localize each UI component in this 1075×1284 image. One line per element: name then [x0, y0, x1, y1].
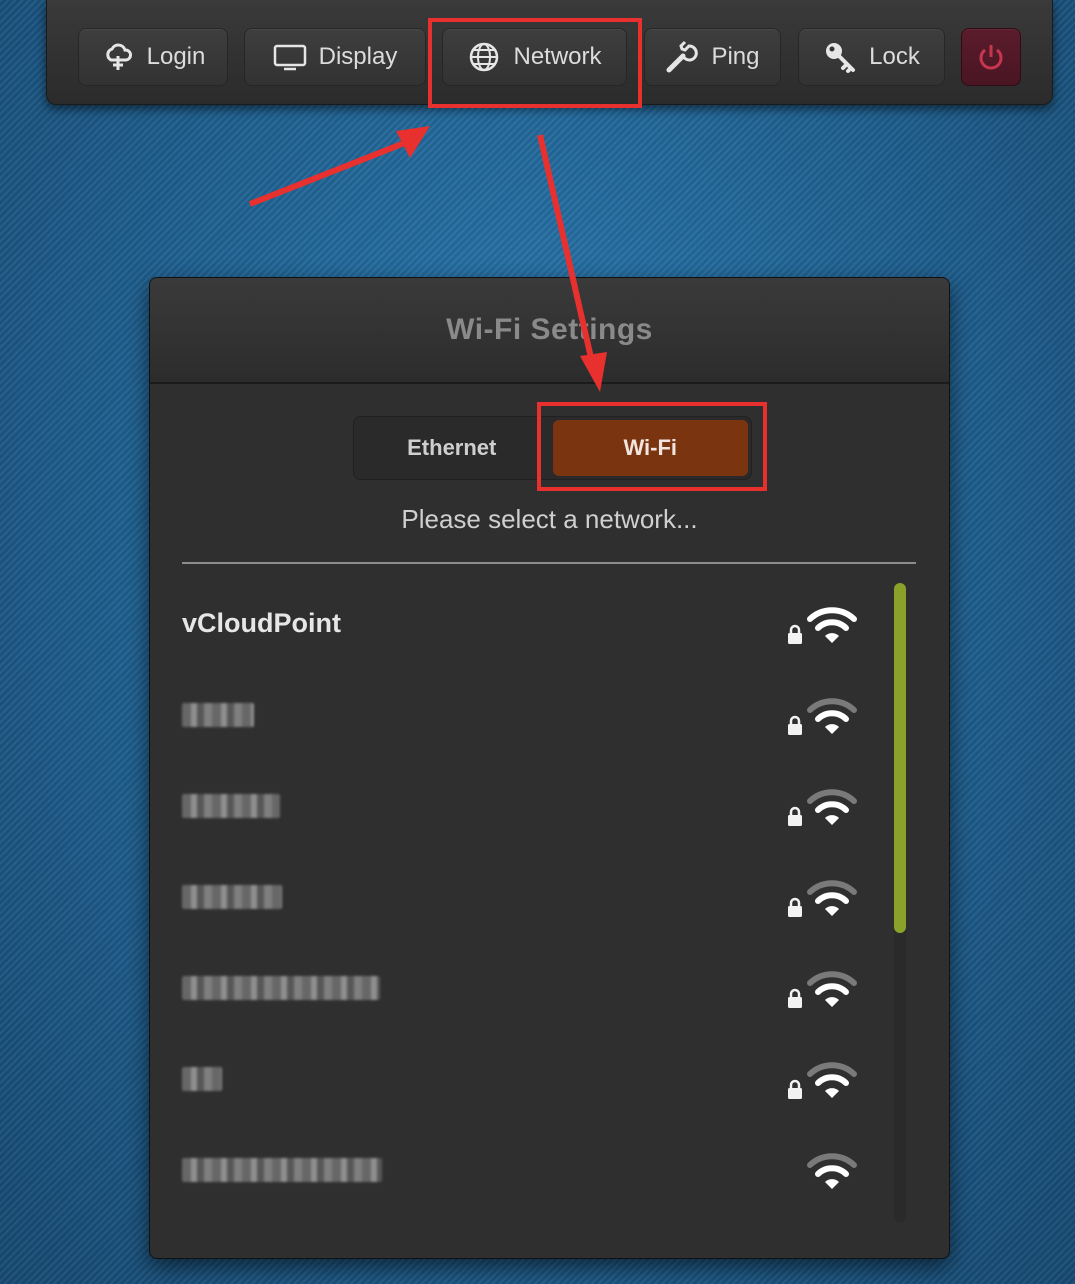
- cloud-icon: [101, 40, 135, 74]
- select-network-prompt: Please select a network...: [401, 504, 698, 534]
- network-row[interactable]: [182, 1033, 882, 1124]
- lock-icon: [788, 624, 802, 644]
- lock-icon: [788, 988, 802, 1008]
- connection-type-switch: Ethernet Wi-Fi: [353, 416, 752, 480]
- wifi-signal-icon: [807, 1152, 857, 1189]
- display-label: Display: [318, 43, 398, 70]
- network-ssid-redacted: [182, 793, 280, 818]
- wifi-signal-icon: [807, 788, 857, 825]
- power-button[interactable]: [961, 28, 1021, 86]
- network-ssid-redacted: [182, 1157, 382, 1182]
- signal-group: [786, 603, 858, 645]
- network-row-vcloudpoint[interactable]: vCloudPoint: [182, 578, 882, 669]
- wifi-signal-icon: [807, 697, 857, 734]
- wifi-settings-dialog: Wi-Fi Settings Ethernet Wi-Fi Please sel…: [149, 277, 950, 1259]
- lock-button[interactable]: Lock: [798, 28, 945, 86]
- network-ssid-redacted: [182, 702, 254, 727]
- signal-group: [806, 1149, 858, 1191]
- network-row[interactable]: [182, 669, 882, 760]
- network-row[interactable]: [182, 760, 882, 851]
- tab-wifi[interactable]: Wi-Fi: [552, 420, 748, 476]
- dialog-title: Wi-Fi Settings: [446, 313, 653, 346]
- signal-group: [786, 785, 858, 827]
- wifi-signal-icon: [807, 879, 857, 916]
- lock-label: Lock: [869, 43, 920, 70]
- wifi-signal-icon: [807, 970, 857, 1007]
- ping-button[interactable]: Ping: [644, 28, 781, 86]
- lock-icon: [788, 806, 802, 826]
- wifi-signal-icon: [807, 606, 857, 643]
- network-ssid-redacted: [182, 1066, 222, 1091]
- divider: [182, 562, 916, 564]
- top-toolbar: Login Display Network Ping Lock: [46, 0, 1053, 105]
- network-ssid-redacted: [182, 884, 282, 909]
- arrow-head-network: [396, 126, 430, 158]
- scrollbar[interactable]: [894, 583, 906, 1223]
- dialog-header: Wi-Fi Settings: [150, 278, 949, 384]
- wrench-icon: [665, 40, 699, 74]
- signal-group: [786, 1058, 858, 1100]
- signal-group: [786, 694, 858, 736]
- wifi-signal-icon: [807, 1061, 857, 1098]
- signal-group: [786, 876, 858, 918]
- network-row[interactable]: [182, 1124, 882, 1215]
- arrow-to-network: [248, 137, 414, 207]
- ping-label: Ping: [711, 43, 760, 70]
- key-icon: [823, 40, 857, 74]
- login-label: Login: [146, 43, 206, 70]
- network-row[interactable]: [182, 942, 882, 1033]
- globe-icon: [467, 40, 501, 74]
- display-button[interactable]: Display: [244, 28, 426, 86]
- signal-group: [786, 967, 858, 1009]
- tab-ethernet[interactable]: Ethernet: [354, 417, 550, 479]
- network-ssid-redacted: [182, 975, 380, 1000]
- lock-icon: [788, 715, 802, 735]
- power-icon: [974, 40, 1008, 74]
- scrollbar-thumb[interactable]: [894, 583, 906, 933]
- network-button[interactable]: Network: [442, 28, 627, 86]
- lock-icon: [788, 897, 802, 917]
- monitor-icon: [273, 40, 307, 74]
- network-row[interactable]: [182, 851, 882, 942]
- network-ssid: vCloudPoint: [182, 608, 341, 638]
- lock-icon: [788, 1079, 802, 1099]
- network-list: vCloudPoint: [182, 578, 882, 1215]
- network-label: Network: [513, 43, 602, 70]
- login-button[interactable]: Login: [78, 28, 228, 86]
